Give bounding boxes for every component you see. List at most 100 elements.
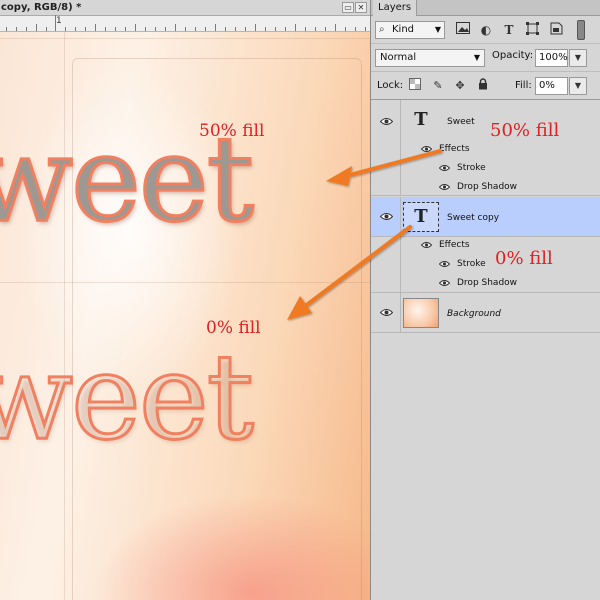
layer-effects-sweet-copy: Effects Stroke 0% fill Drop Shadow (371, 237, 600, 293)
document-tab[interactable]: copy, RGB/8) * ▭ ✕ (0, 0, 370, 16)
ruler-tick (85, 27, 86, 31)
ruler-tick (46, 27, 47, 31)
document-tab-title: copy, RGB/8) * (1, 2, 82, 13)
fill-label: Fill: (515, 80, 532, 91)
ruler-tick (125, 27, 126, 31)
type-layer-thumbnail[interactable]: T (403, 106, 439, 136)
layers-panel: Layers ⌕ Kind ▼ ◐ T Normal ▼ Opacity: 10… (370, 0, 600, 600)
ruler-tick (175, 24, 176, 31)
blend-row: Normal ▼ Opacity: 100% ▼ (371, 44, 600, 72)
effect-stroke[interactable]: Stroke (457, 259, 486, 269)
layer-name[interactable]: Sweet (447, 117, 475, 127)
effects-label[interactable]: Effects (439, 240, 470, 250)
ruler-tick (95, 24, 96, 31)
document-canvas-area[interactable]: copy, RGB/8) * ▭ ✕ 1 weet weet 50% fill … (0, 0, 370, 600)
layer-name[interactable]: Sweet copy (447, 213, 499, 223)
layer-name[interactable]: Background (447, 309, 501, 319)
text-layer-sweet-0-fill[interactable]: weet (0, 337, 256, 458)
ruler-tick (235, 27, 236, 31)
ruler-tick (345, 27, 346, 31)
opacity-dropdown-button[interactable]: ▼ (569, 49, 587, 67)
paper-texture-line (0, 38, 370, 39)
lock-all-icon[interactable] (475, 78, 491, 94)
ruler-tick (115, 27, 116, 31)
ruler-tick (6, 27, 7, 31)
ruler-tick (285, 27, 286, 31)
lock-position-icon[interactable]: ✥ (452, 78, 468, 94)
background-layer-thumbnail[interactable] (403, 298, 439, 328)
eye-icon[interactable] (380, 212, 393, 221)
visibility-cell[interactable] (371, 293, 401, 332)
opacity-label: Opacity: (492, 50, 534, 61)
paper-texture-line (0, 282, 370, 283)
eye-icon[interactable] (380, 117, 393, 126)
effects-label[interactable]: Effects (439, 144, 470, 154)
artboard[interactable]: weet weet (0, 32, 370, 600)
kind-filter-select[interactable]: ⌕ Kind ▼ (375, 21, 445, 39)
layer-filter-row: ⌕ Kind ▼ ◐ T (371, 16, 600, 44)
ruler-tick (295, 24, 296, 31)
ruler-tick (205, 27, 206, 31)
eye-icon[interactable] (439, 279, 450, 287)
fill-dropdown-button[interactable]: ▼ (569, 77, 587, 95)
ruler-tick (155, 27, 156, 31)
ruler-tick (185, 27, 186, 31)
ruler-tick (16, 27, 17, 31)
opacity-field[interactable]: 100% (535, 49, 568, 67)
ruler-tick (245, 27, 246, 31)
ruler-tick (26, 27, 27, 31)
blend-mode-select[interactable]: Normal ▼ (375, 49, 485, 67)
filter-smart-object-icon[interactable] (548, 22, 564, 38)
filter-adjustment-icon[interactable]: ◐ (478, 22, 494, 38)
blend-mode-value: Normal (380, 52, 417, 63)
filter-type-icon[interactable]: T (501, 22, 517, 38)
ruler-tick (315, 27, 316, 31)
effect-stroke[interactable]: Stroke (457, 163, 486, 173)
ruler-tick (305, 27, 306, 31)
eye-icon[interactable] (380, 308, 393, 317)
eye-icon[interactable] (439, 164, 450, 172)
layers-list-empty-area[interactable] (371, 333, 600, 600)
filter-pixel-icon[interactable] (455, 22, 471, 38)
filter-toggle-switch[interactable] (577, 20, 585, 40)
close-icon[interactable]: ✕ (355, 2, 367, 13)
eye-icon[interactable] (439, 183, 450, 191)
ruler-tick (195, 27, 196, 31)
annotation-panel-50-fill: 50% fill (490, 120, 560, 141)
annotation-canvas-50-fill: 50% fill (199, 121, 265, 141)
ruler-tick (65, 27, 66, 31)
layer-row-background[interactable]: Background (371, 293, 600, 333)
ruler-tick (135, 24, 136, 31)
fill-field[interactable]: 0% (535, 77, 568, 95)
ruler-tick (165, 27, 166, 31)
filter-shape-icon[interactable] (524, 22, 540, 38)
type-layer-thumbnail[interactable]: T (403, 202, 439, 232)
eye-icon[interactable] (421, 145, 432, 153)
ruler-tick (225, 27, 226, 31)
lock-image-pixels-icon[interactable]: ✎ (430, 78, 446, 94)
horizontal-ruler[interactable]: 1 (0, 15, 370, 32)
eye-icon[interactable] (421, 241, 432, 249)
visibility-cell[interactable] (371, 100, 401, 195)
lock-transparent-pixels-icon[interactable] (407, 78, 423, 94)
visibility-cell[interactable] (371, 197, 401, 236)
layer-row-sweet-copy[interactable]: T Sweet copy (371, 197, 600, 237)
ruler-tick (55, 15, 56, 31)
effect-drop-shadow[interactable]: Drop Shadow (457, 182, 517, 192)
ruler-tick (145, 27, 146, 31)
ruler-tick (36, 24, 37, 31)
ruler-tick (335, 24, 336, 31)
ruler-tick (365, 27, 366, 31)
lock-row: Lock: ✎ ✥ Fill: 0% ▼ (371, 72, 600, 100)
chevron-down-icon: ▼ (434, 25, 441, 34)
chevron-down-icon: ▼ (473, 53, 480, 62)
minimize-icon[interactable]: ▭ (342, 2, 354, 13)
effect-drop-shadow[interactable]: Drop Shadow (457, 278, 517, 288)
tab-layers[interactable]: Layers (373, 0, 418, 16)
visibility-cell (371, 237, 401, 292)
eye-icon[interactable] (439, 260, 450, 268)
ruler-tick (265, 27, 266, 31)
ruler-tick (275, 27, 276, 31)
layer-row-sweet[interactable]: T Sweet 50% fill Effects Stroke Drop Sha… (371, 100, 600, 196)
lock-label: Lock: (377, 80, 404, 91)
